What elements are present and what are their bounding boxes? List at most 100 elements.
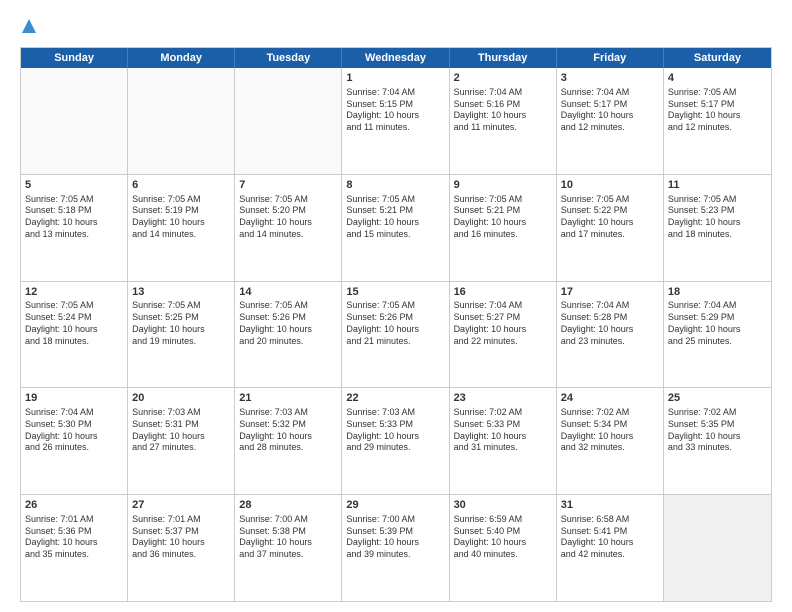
cell-info: Sunrise: 7:01 AM [132, 514, 230, 526]
calendar-header: SundayMondayTuesdayWednesdayThursdayFrid… [21, 48, 771, 68]
calendar-cell: 10Sunrise: 7:05 AMSunset: 5:22 PMDayligh… [557, 175, 664, 281]
cell-info: Sunset: 5:27 PM [454, 312, 552, 324]
cell-info: and 26 minutes. [25, 442, 123, 454]
cell-info: Daylight: 10 hours [25, 324, 123, 336]
day-number: 12 [25, 285, 123, 300]
cell-info: Sunrise: 7:04 AM [454, 87, 552, 99]
cell-info: Sunrise: 7:05 AM [239, 300, 337, 312]
cell-info: Sunset: 5:26 PM [346, 312, 444, 324]
calendar-cell: 12Sunrise: 7:05 AMSunset: 5:24 PMDayligh… [21, 282, 128, 388]
cell-info: and 37 minutes. [239, 549, 337, 561]
cell-info: Sunrise: 7:05 AM [346, 300, 444, 312]
calendar-row-3: 19Sunrise: 7:04 AMSunset: 5:30 PMDayligh… [21, 387, 771, 494]
cell-info: Sunset: 5:19 PM [132, 205, 230, 217]
day-number: 10 [561, 178, 659, 193]
cell-info: Sunset: 5:34 PM [561, 419, 659, 431]
calendar-cell: 5Sunrise: 7:05 AMSunset: 5:18 PMDaylight… [21, 175, 128, 281]
cell-info: Daylight: 10 hours [561, 324, 659, 336]
cell-info: Daylight: 10 hours [132, 324, 230, 336]
cell-info: Sunset: 5:26 PM [239, 312, 337, 324]
cell-info: Daylight: 10 hours [454, 431, 552, 443]
calendar-cell: 29Sunrise: 7:00 AMSunset: 5:39 PMDayligh… [342, 495, 449, 601]
cell-info: Sunrise: 7:05 AM [668, 194, 767, 206]
cell-info: Daylight: 10 hours [561, 110, 659, 122]
calendar-cell: 11Sunrise: 7:05 AMSunset: 5:23 PMDayligh… [664, 175, 771, 281]
calendar-cell: 2Sunrise: 7:04 AMSunset: 5:16 PMDaylight… [450, 68, 557, 174]
page: SundayMondayTuesdayWednesdayThursdayFrid… [0, 0, 792, 612]
cell-info: Sunset: 5:33 PM [346, 419, 444, 431]
cell-info: and 18 minutes. [25, 336, 123, 348]
cell-info: and 21 minutes. [346, 336, 444, 348]
cell-info: and 14 minutes. [239, 229, 337, 241]
calendar-cell: 8Sunrise: 7:05 AMSunset: 5:21 PMDaylight… [342, 175, 449, 281]
cell-info: Daylight: 10 hours [454, 110, 552, 122]
cell-info: and 19 minutes. [132, 336, 230, 348]
cell-info: Sunset: 5:35 PM [668, 419, 767, 431]
cell-info: and 12 minutes. [561, 122, 659, 134]
cell-info: Sunrise: 7:02 AM [561, 407, 659, 419]
cell-info: Sunrise: 6:59 AM [454, 514, 552, 526]
cell-info: and 11 minutes. [346, 122, 444, 134]
cell-info: and 31 minutes. [454, 442, 552, 454]
cell-info: Sunrise: 7:05 AM [132, 194, 230, 206]
cell-info: and 17 minutes. [561, 229, 659, 241]
cell-info: Sunset: 5:28 PM [561, 312, 659, 324]
cell-info: Daylight: 10 hours [346, 324, 444, 336]
cell-info: Sunset: 5:32 PM [239, 419, 337, 431]
header-day-friday: Friday [557, 48, 664, 68]
day-number: 22 [346, 391, 444, 406]
calendar-cell: 25Sunrise: 7:02 AMSunset: 5:35 PMDayligh… [664, 388, 771, 494]
cell-info: Daylight: 10 hours [346, 217, 444, 229]
header-day-saturday: Saturday [664, 48, 771, 68]
cell-info: and 13 minutes. [25, 229, 123, 241]
day-number: 16 [454, 285, 552, 300]
calendar-cell: 14Sunrise: 7:05 AMSunset: 5:26 PMDayligh… [235, 282, 342, 388]
calendar-cell: 21Sunrise: 7:03 AMSunset: 5:32 PMDayligh… [235, 388, 342, 494]
calendar-row-0: 1Sunrise: 7:04 AMSunset: 5:15 PMDaylight… [21, 68, 771, 174]
cell-info: Sunset: 5:37 PM [132, 526, 230, 538]
day-number: 7 [239, 178, 337, 193]
cell-info: Sunrise: 7:05 AM [239, 194, 337, 206]
calendar-cell: 26Sunrise: 7:01 AMSunset: 5:36 PMDayligh… [21, 495, 128, 601]
cell-info: and 42 minutes. [561, 549, 659, 561]
calendar-cell: 18Sunrise: 7:04 AMSunset: 5:29 PMDayligh… [664, 282, 771, 388]
cell-info: Daylight: 10 hours [346, 431, 444, 443]
cell-info: and 11 minutes. [454, 122, 552, 134]
cell-info: Sunrise: 7:05 AM [132, 300, 230, 312]
calendar: SundayMondayTuesdayWednesdayThursdayFrid… [20, 47, 772, 602]
day-number: 15 [346, 285, 444, 300]
calendar-cell: 9Sunrise: 7:05 AMSunset: 5:21 PMDaylight… [450, 175, 557, 281]
cell-info: Daylight: 10 hours [668, 324, 767, 336]
calendar-body: 1Sunrise: 7:04 AMSunset: 5:15 PMDaylight… [21, 68, 771, 601]
cell-info: Daylight: 10 hours [132, 431, 230, 443]
cell-info: and 23 minutes. [561, 336, 659, 348]
cell-info: and 20 minutes. [239, 336, 337, 348]
cell-info: Daylight: 10 hours [454, 217, 552, 229]
cell-info: Sunset: 5:24 PM [25, 312, 123, 324]
calendar-cell [21, 68, 128, 174]
cell-info: Daylight: 10 hours [668, 110, 767, 122]
cell-info: and 12 minutes. [668, 122, 767, 134]
cell-info: Daylight: 10 hours [239, 537, 337, 549]
calendar-cell [235, 68, 342, 174]
cell-info: Sunset: 5:41 PM [561, 526, 659, 538]
cell-info: Daylight: 10 hours [561, 537, 659, 549]
cell-info: Daylight: 10 hours [239, 324, 337, 336]
day-number: 30 [454, 498, 552, 513]
cell-info: Daylight: 10 hours [239, 431, 337, 443]
day-number: 25 [668, 391, 767, 406]
cell-info: Sunrise: 7:02 AM [668, 407, 767, 419]
cell-info: Sunset: 5:18 PM [25, 205, 123, 217]
cell-info: Sunset: 5:36 PM [25, 526, 123, 538]
cell-info: Sunrise: 7:05 AM [346, 194, 444, 206]
cell-info: Sunset: 5:23 PM [668, 205, 767, 217]
cell-info: Sunrise: 7:04 AM [561, 300, 659, 312]
calendar-cell: 27Sunrise: 7:01 AMSunset: 5:37 PMDayligh… [128, 495, 235, 601]
day-number: 6 [132, 178, 230, 193]
day-number: 8 [346, 178, 444, 193]
cell-info: Daylight: 10 hours [132, 537, 230, 549]
cell-info: Daylight: 10 hours [668, 217, 767, 229]
calendar-cell: 16Sunrise: 7:04 AMSunset: 5:27 PMDayligh… [450, 282, 557, 388]
cell-info: and 28 minutes. [239, 442, 337, 454]
cell-info: and 18 minutes. [668, 229, 767, 241]
